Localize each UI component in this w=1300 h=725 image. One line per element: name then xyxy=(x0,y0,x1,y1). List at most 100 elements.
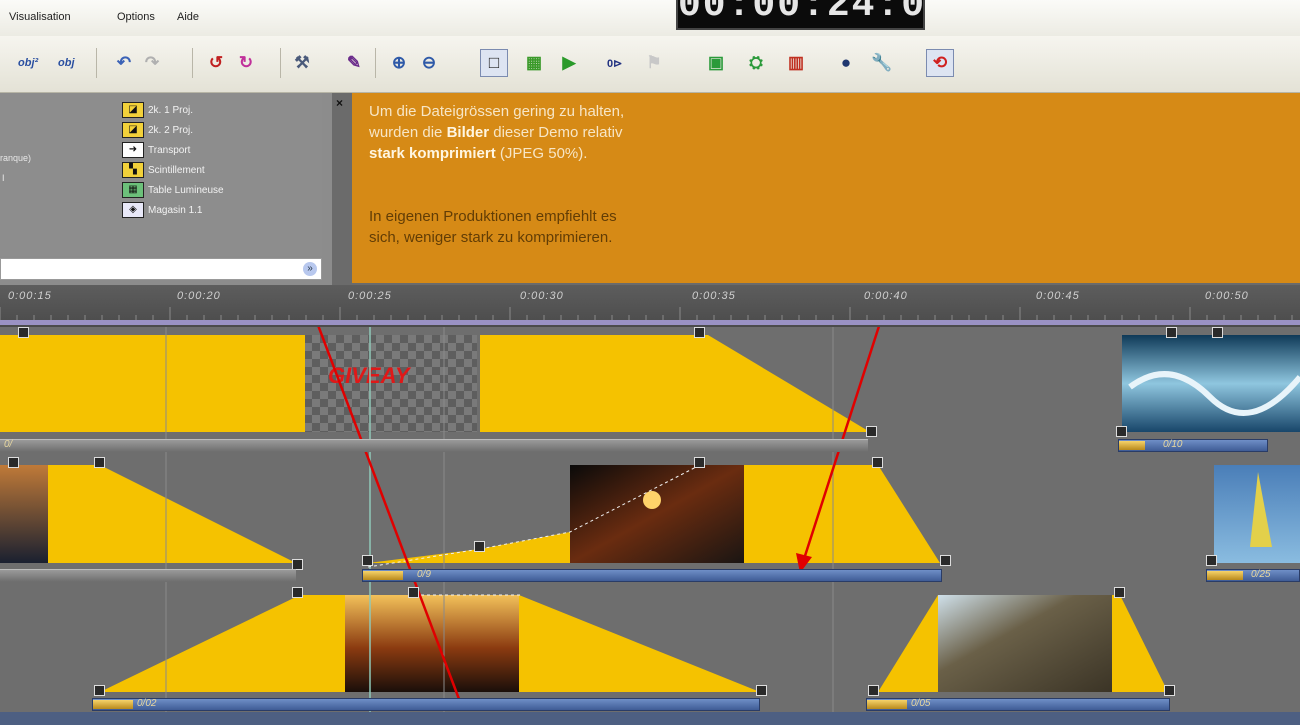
timecode-value: 00:00:24:08 xyxy=(678,0,925,27)
track3-fade-shape[interactable] xyxy=(1112,595,1168,692)
keyframe-marker[interactable] xyxy=(694,457,705,468)
keyframe-marker[interactable] xyxy=(94,685,105,696)
info-line-3: (JPEG 50%). xyxy=(495,145,588,162)
track2-duration-bar[interactable] xyxy=(0,569,296,582)
slide-icon: ◪ xyxy=(122,102,144,118)
track2-clip-bar[interactable]: 0/9 xyxy=(362,569,942,582)
layout-item-1[interactable]: ◪ 2k. 1 Proj. xyxy=(122,101,193,119)
undo-icon[interactable]: ↶ xyxy=(110,49,138,77)
layout-item-2[interactable]: ◪ 2k. 2 Proj. xyxy=(122,121,193,139)
clip-green-icon[interactable]: ▣ xyxy=(702,49,730,77)
track2-image-lamp[interactable] xyxy=(570,465,744,563)
close-icon[interactable]: × xyxy=(336,96,343,110)
keyframe-marker[interactable] xyxy=(8,457,19,468)
track2-fade-shape[interactable] xyxy=(48,465,296,563)
clip-fade-handle[interactable] xyxy=(1207,571,1243,580)
track1-keyframe-block[interactable] xyxy=(0,335,305,432)
object-tool-icon[interactable]: ● xyxy=(832,49,860,77)
track2-image-sunrise[interactable] xyxy=(0,465,48,563)
layout-input[interactable]: » xyxy=(0,258,322,280)
keyframe-marker[interactable] xyxy=(1206,555,1217,566)
keyframe-marker[interactable] xyxy=(362,555,373,566)
loop-icon[interactable]: ⟲ xyxy=(926,49,954,77)
track3-image-mountain[interactable] xyxy=(938,595,1112,692)
keyframe-marker[interactable] xyxy=(940,555,951,566)
track3-image-sunset[interactable] xyxy=(345,595,519,692)
menu-visualisation[interactable]: Visualisation xyxy=(9,11,71,23)
hammer-icon[interactable]: ⚒ xyxy=(288,49,316,77)
keyframe-marker[interactable] xyxy=(18,327,29,338)
zoom-in-icon[interactable]: ⊕ xyxy=(385,49,413,77)
pencil-icon[interactable]: ✎ xyxy=(340,49,368,77)
clip-red-icon[interactable]: ▥ xyxy=(782,49,810,77)
layout-item-label: Table Lumineuse xyxy=(148,184,224,196)
rotate-right-icon[interactable]: ↻ xyxy=(232,49,260,77)
keyframe-marker[interactable] xyxy=(694,327,705,338)
slide-icon: ◪ xyxy=(122,122,144,138)
object-add-icon[interactable]: obj² xyxy=(16,49,40,77)
keyframe-marker[interactable] xyxy=(872,457,883,468)
clip-fade-handle[interactable] xyxy=(93,700,133,709)
track2-clip-label: 0/9 xyxy=(417,569,431,580)
keyframe-marker[interactable] xyxy=(292,587,303,598)
info-line-3-bold: stark komprimiert xyxy=(369,145,496,162)
layout-item-4[interactable]: ▚ Scintillement xyxy=(122,161,205,179)
layout-item-label: Magasin 1.1 xyxy=(148,204,203,216)
flag-icon[interactable]: ⚑ xyxy=(640,49,668,77)
track2-keyframe-block[interactable] xyxy=(744,465,940,563)
zoom-out-icon[interactable]: ⊖ xyxy=(415,49,443,77)
arrow-right-icon: ➜ xyxy=(122,142,144,158)
keyframe-marker[interactable] xyxy=(868,685,879,696)
track1-image-wave[interactable] xyxy=(1122,335,1300,432)
keyframe-marker[interactable] xyxy=(1114,587,1125,598)
track3-clip-bar-right[interactable]: 0/05 xyxy=(866,698,1170,711)
keyframe-marker[interactable] xyxy=(756,685,767,696)
grid-icon[interactable]: ▦ xyxy=(520,49,548,77)
panel-fragment-1: ranque) xyxy=(0,153,32,163)
keyframe-marker[interactable] xyxy=(94,457,105,468)
layout-list: ranque) I ◪ 2k. 1 Proj. ◪ 2k. 2 Proj. ➜ … xyxy=(0,93,322,256)
frame-icon[interactable]: □ xyxy=(480,49,508,77)
redo-icon[interactable]: ↷ xyxy=(138,49,166,77)
timecode-display: 00:00:24:08 xyxy=(676,0,925,30)
play-icon[interactable]: ▶ xyxy=(555,49,583,77)
chevron-right-icon[interactable]: » xyxy=(303,262,317,276)
toolbar: obj² obj ↶ ↷ ↺ ↻ ⚒ ✎ ⊕ ⊖ □ ▦ ▶ 0⊳ ⚑ ▣ ⛭ … xyxy=(0,36,1300,93)
keyframe-marker[interactable] xyxy=(1116,426,1127,437)
keyframe-marker[interactable] xyxy=(1212,327,1223,338)
clip-gear-icon[interactable]: ⛭ xyxy=(742,49,770,77)
keyframe-marker[interactable] xyxy=(866,426,877,437)
magazine-icon: ◈ xyxy=(122,202,144,218)
keyframe-marker[interactable] xyxy=(474,541,485,552)
track3-fade-out-shape[interactable] xyxy=(519,595,760,692)
track1-clip-bar[interactable]: 0/10 xyxy=(1118,439,1268,452)
keyframe-marker[interactable] xyxy=(408,587,419,598)
clip-fade-handle[interactable] xyxy=(1119,441,1145,450)
timeline-tracks[interactable]: GIVEAY 0/ 0/10 0/9 0/25 0/02 0/05 xyxy=(0,327,1300,712)
track2-clip-bar-right[interactable]: 0/25 xyxy=(1206,569,1300,582)
object-remove-icon[interactable]: obj xyxy=(56,49,77,77)
layout-item-6[interactable]: ◈ Magasin 1.1 xyxy=(122,201,202,219)
layout-item-3[interactable]: ➜ Transport xyxy=(122,141,190,159)
track3-ramp-shape[interactable] xyxy=(878,595,938,692)
track3-clip-bar[interactable]: 0/02 xyxy=(92,698,760,711)
rotate-left-icon[interactable]: ↺ xyxy=(202,49,230,77)
keyframe-marker[interactable] xyxy=(1164,685,1175,696)
track1-clip-label: 0/10 xyxy=(1163,439,1183,450)
keyframe-marker[interactable] xyxy=(1166,327,1177,338)
info-line-2-bold: Bilder xyxy=(446,124,490,141)
lightbox-icon: ▦ xyxy=(122,182,144,198)
info-paragraph-1: Um die Dateigrössen gering zu halten, wu… xyxy=(369,101,624,164)
menu-options[interactable]: Options xyxy=(117,11,155,23)
timeline-canvas: GIVEAY xyxy=(0,327,1300,712)
wrench-icon[interactable]: 🔧 xyxy=(868,49,896,77)
menu-bar: Visualisation Options Aide 00:00:24:08 xyxy=(0,0,1300,37)
track1-duration-bar[interactable]: 0/ xyxy=(0,439,868,452)
track3-fade-in-shape[interactable] xyxy=(100,595,345,692)
clip-fade-handle[interactable] xyxy=(867,700,907,709)
menu-aide[interactable]: Aide xyxy=(177,11,199,23)
clip-fade-handle[interactable] xyxy=(363,571,403,580)
track1-fade-shape[interactable] xyxy=(480,335,870,432)
layout-item-5[interactable]: ▦ Table Lumineuse xyxy=(122,181,224,199)
goto-start-icon[interactable]: 0⊳ xyxy=(605,49,624,77)
